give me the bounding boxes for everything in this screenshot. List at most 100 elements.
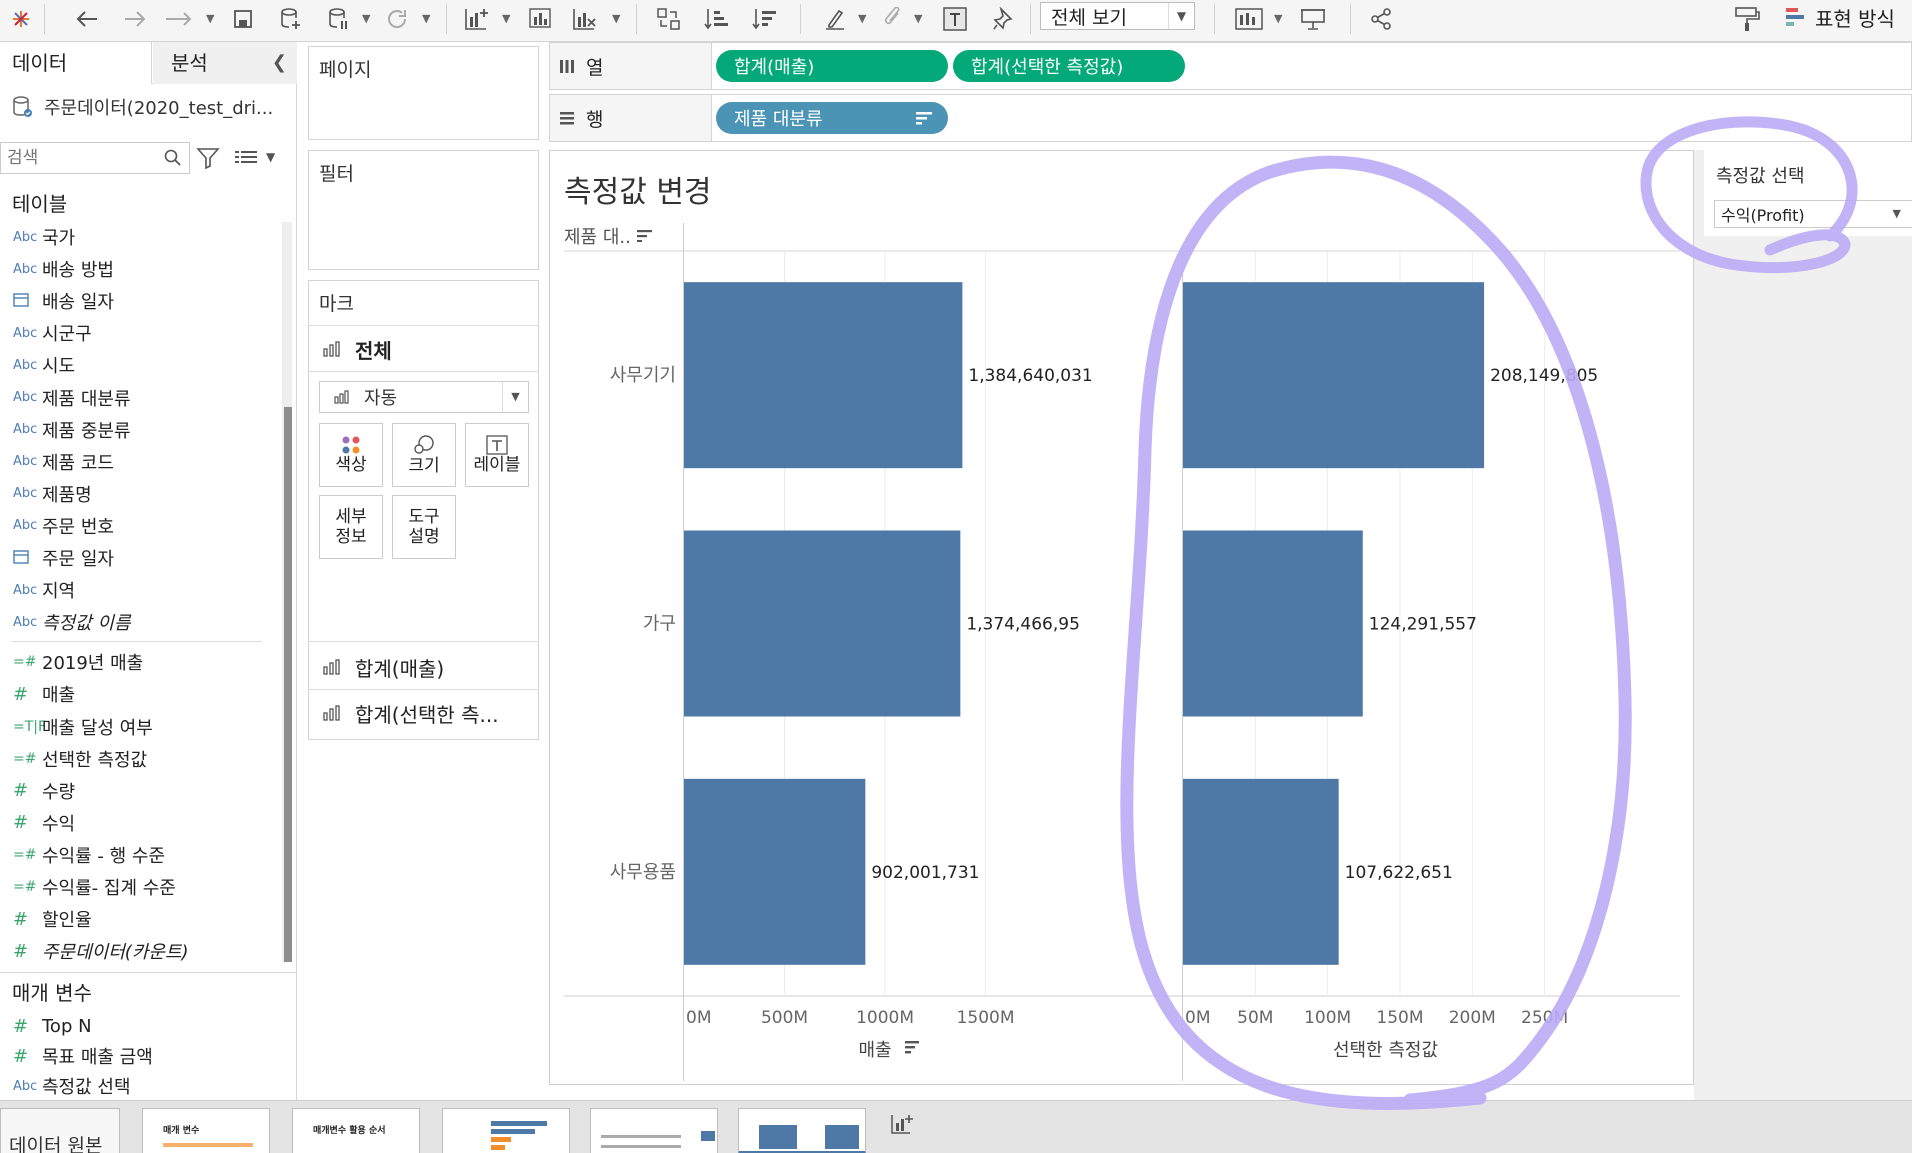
field-item[interactable]: # 할인율 (0, 904, 280, 934)
field-item[interactable]: 배송 일자 (0, 286, 280, 316)
sheet-tab-thumbnail-text[interactable] (590, 1108, 718, 1153)
undo-icon[interactable] (72, 4, 102, 34)
swap-rows-columns-icon[interactable] (654, 4, 684, 34)
field-item[interactable]: Abc 제품 대분류 (0, 383, 280, 413)
divider (309, 689, 538, 690)
collapse-pane-icon[interactable]: ❮ (272, 52, 287, 73)
new-worksheet-caret-icon[interactable]: ▼ (502, 12, 510, 25)
field-item[interactable]: =# 수익률 - 행 수준 (0, 840, 280, 870)
sheet-tab-parameter[interactable]: 매개 변수 (142, 1108, 270, 1153)
field-item[interactable]: Abc 주문 번호 (0, 511, 280, 541)
field-item[interactable]: Abc 지역 (0, 575, 280, 605)
filter-icon[interactable] (196, 147, 220, 169)
search-icon[interactable] (163, 148, 183, 168)
refresh-caret-icon[interactable]: ▼ (422, 12, 430, 25)
field-item[interactable]: Abc 시도 (0, 350, 280, 380)
column-pill-sales[interactable]: 합계(매출) (716, 50, 948, 82)
field-item[interactable]: 주문 일자 (0, 543, 280, 573)
field-item[interactable]: Abc 국가 (0, 222, 280, 252)
parameter-item[interactable]: # Top N (0, 1011, 280, 1041)
field-item[interactable]: Abc 제품 코드 (0, 447, 280, 477)
field-item[interactable]: =# 2019년 매출 (0, 647, 280, 677)
marks-measure-sales[interactable]: 합계(매출) (309, 645, 539, 689)
abc-icon: Abc (13, 229, 38, 245)
data-source-tab[interactable]: 데이터 원본 (0, 1108, 120, 1153)
field-item[interactable]: # 주문데이터(카운트) (0, 936, 280, 966)
field-item[interactable]: Abc 제품 중분류 (0, 415, 280, 445)
format-paintbrush-icon[interactable] (1730, 4, 1764, 34)
sort-descending-icon[interactable] (750, 4, 780, 34)
clear-sheet-icon[interactable] (570, 4, 600, 34)
fix-axes-pin-icon[interactable] (988, 4, 1018, 34)
clear-caret-icon[interactable]: ▼ (612, 12, 620, 25)
label-button[interactable]: 레이블 (465, 423, 529, 487)
rows-shelf[interactable]: 행 제품 대분류 (549, 94, 1912, 142)
fit-view-select[interactable]: 전체 보기 ▼ (1040, 2, 1195, 30)
field-item[interactable]: Abc 시군구 (0, 318, 280, 348)
detail-button[interactable]: 세부 정보 (319, 495, 383, 559)
chevron-down-icon[interactable]: ▼ (502, 382, 528, 412)
parameter-item[interactable]: # 목표 매출 금액 (0, 1041, 280, 1071)
field-item[interactable]: Abc 제품명 (0, 479, 280, 509)
filters-shelf[interactable]: 필터 (308, 150, 539, 270)
redo-icon[interactable] (120, 4, 150, 34)
view-options-caret-icon[interactable]: ▼ (266, 150, 275, 164)
show-cards-icon[interactable] (1232, 4, 1266, 34)
show-me-button[interactable]: 표현 방식 (1785, 2, 1895, 32)
pause-updates-icon[interactable] (324, 4, 354, 34)
search-input[interactable] (1, 143, 151, 173)
highlight-caret-icon[interactable]: ▼ (858, 12, 866, 25)
presentation-mode-icon[interactable] (1298, 4, 1328, 34)
new-data-source-icon[interactable] (276, 4, 306, 34)
duplicate-sheet-icon[interactable] (524, 4, 554, 34)
tableau-logo-icon[interactable] (6, 4, 36, 34)
parameters-title: 매개 변수 (12, 981, 92, 1005)
size-button[interactable]: 크기 (392, 423, 456, 487)
row-pill-category[interactable]: 제품 대분류 (716, 102, 948, 134)
group-caret-icon[interactable]: ▼ (914, 12, 922, 25)
pause-caret-icon[interactable]: ▼ (362, 12, 370, 25)
chevron-down-icon[interactable]: ▼ (1168, 3, 1194, 29)
tab-data[interactable]: 데이터 (0, 42, 152, 84)
field-item[interactable]: =# 수익률- 집계 수준 (0, 872, 280, 902)
save-icon[interactable] (228, 4, 258, 34)
color-button[interactable]: 색상 (319, 423, 383, 487)
mark-type-select[interactable]: 자동 ▼ (319, 381, 529, 413)
column-pill-selected-measure[interactable]: 합계(선택한 측정값) (953, 50, 1185, 82)
field-item[interactable]: # 수익 (0, 808, 280, 838)
columns-shelf[interactable]: 열 합계(매출) 합계(선택한 측정값) (549, 42, 1912, 90)
parameter-select[interactable]: 수익(Profit) ▼ (1714, 200, 1912, 228)
replay-icon[interactable] (162, 4, 198, 34)
show-mark-labels-icon[interactable] (940, 4, 970, 34)
field-item[interactable]: Abc 배송 방법 (0, 254, 280, 284)
field-label: 매출 (42, 685, 76, 707)
marks-measure-selected[interactable]: 합계(선택한 측... (309, 691, 539, 735)
parameter-item[interactable]: Abc 측정값 선택 (0, 1071, 280, 1101)
sheet-tab-current[interactable] (738, 1108, 866, 1153)
tooltip-button[interactable]: 도구 설명 (392, 495, 456, 559)
sheet-tab-parameter-order[interactable]: 매개변수 활용 순서 (292, 1108, 420, 1153)
group-members-icon[interactable] (878, 4, 908, 34)
field-item[interactable]: =T|F 매출 달성 여부 (0, 712, 280, 742)
share-icon[interactable] (1366, 4, 1396, 34)
refresh-icon[interactable] (382, 4, 412, 34)
field-item[interactable]: # 수량 (0, 776, 280, 806)
pages-shelf[interactable]: 페이지 (308, 46, 539, 140)
field-item[interactable]: =# 선택한 측정값 (0, 744, 280, 774)
view-as-list-icon[interactable] (234, 149, 258, 167)
field-item[interactable]: Abc 측정값 이름 (0, 607, 280, 637)
data-source-item[interactable]: 주문데이터(2020_test_dri... (12, 92, 273, 122)
highlight-icon[interactable] (820, 4, 850, 34)
field-item[interactable]: # 매출 (0, 679, 280, 709)
sheet-tab-thumbnail-bars[interactable] (442, 1108, 570, 1153)
replay-caret-icon[interactable]: ▼ (206, 12, 214, 25)
new-sheet-icon[interactable] (890, 1113, 914, 1137)
measure-icon: # (13, 940, 29, 962)
marks-all-item[interactable]: 전체 (309, 327, 539, 371)
show-cards-caret-icon[interactable]: ▼ (1274, 12, 1282, 25)
field-list-scrollbar[interactable] (284, 407, 292, 962)
chevron-down-icon[interactable]: ▼ (1893, 207, 1901, 220)
sort-ascending-icon[interactable] (702, 4, 732, 34)
new-worksheet-icon[interactable] (462, 4, 492, 34)
sort-icon[interactable] (916, 111, 934, 125)
